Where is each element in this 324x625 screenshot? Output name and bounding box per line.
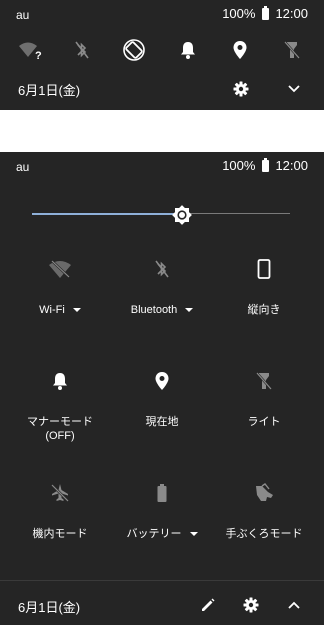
tile-bluetooth[interactable]: Bluetooth (108, 257, 216, 357)
auto-rotate-icon[interactable] (120, 36, 148, 64)
tile-label: ライト (247, 416, 281, 428)
tile-location[interactable]: 現在地 (108, 369, 216, 469)
battery-icon (150, 481, 174, 505)
airplane-off-icon (48, 481, 72, 505)
status-bar: au 100% 12:00 (0, 152, 324, 180)
tile-label: 現在地 (145, 416, 179, 428)
tile-label: Wi-Fi (39, 304, 65, 316)
tile-glove-mode[interactable]: 手ぶくろモード (210, 481, 318, 581)
tile-flashlight[interactable]: ライト (210, 369, 318, 469)
collapsed-bottom-bar: 6月1日(金) (0, 70, 324, 106)
wifi-off-icon (48, 257, 72, 281)
battery-percent: 100% (222, 158, 256, 173)
flashlight-off-icon (252, 369, 276, 393)
brightness-slider[interactable] (32, 202, 290, 226)
gear-icon[interactable] (239, 593, 263, 617)
carrier-label: au (16, 160, 30, 174)
location-pin-icon (150, 369, 174, 393)
brightness-track (182, 213, 290, 214)
bell-icon (48, 369, 72, 393)
date-label: 6月1日(金) (18, 600, 81, 615)
bluetooth-off-icon (150, 257, 174, 281)
location-pin-icon[interactable] (226, 36, 254, 64)
battery-icon (262, 157, 270, 172)
tile-battery[interactable]: バッテリー (108, 481, 216, 581)
clock: 12:00 (275, 6, 308, 21)
tile-label: マナーモード (OFF) (27, 416, 93, 442)
carrier-label: au (16, 8, 30, 22)
wifi-unknown-icon[interactable]: ? (16, 36, 44, 64)
tile-manner-mode[interactable]: マナーモード (OFF) (6, 369, 114, 469)
divider (0, 580, 324, 581)
brightness-icon[interactable] (171, 204, 193, 226)
dropdown-caret-icon[interactable] (185, 308, 194, 313)
tile-wifi[interactable]: Wi-Fi (6, 257, 114, 357)
battery-percent: 100% (222, 6, 256, 21)
status-bar: au 100% 12:00 (0, 0, 324, 28)
gear-icon[interactable] (229, 77, 253, 101)
tile-label: 縦向き (247, 304, 281, 316)
chevron-down-icon[interactable] (282, 77, 306, 101)
bluetooth-off-icon[interactable] (68, 36, 96, 64)
collapsed-notification-shade: au 100% 12:00 ? 6月1日(金) (0, 0, 324, 110)
tile-label: バッテリー (126, 528, 182, 540)
chevron-up-icon[interactable] (282, 593, 306, 617)
glove-icon (252, 481, 276, 505)
tile-label: 機内モード (32, 528, 88, 540)
tile-label: Bluetooth (130, 304, 178, 316)
date-label: 6月1日(金) (18, 83, 81, 98)
svg-text:?: ? (35, 50, 42, 60)
tile-label: 手ぶくろモード (225, 528, 303, 540)
pencil-icon[interactable] (196, 593, 220, 617)
brightness-track-fill (32, 213, 182, 215)
battery-icon (262, 5, 270, 20)
portrait-phone-icon (252, 257, 276, 281)
dropdown-caret-icon[interactable] (189, 532, 198, 537)
flashlight-off-icon[interactable] (278, 36, 306, 64)
expanded-bottom-bar: 6月1日(金) (0, 587, 324, 623)
tile-airplane[interactable]: 機内モード (6, 481, 114, 581)
tile-portrait[interactable]: 縦向き (210, 257, 318, 357)
dropdown-caret-icon[interactable] (72, 308, 81, 313)
clock: 12:00 (275, 158, 308, 173)
bell-icon[interactable] (174, 36, 202, 64)
expanded-quick-settings: au 100% 12:00 Wi-Fi Bluetooth 縦向き マナーモード… (0, 152, 324, 625)
quick-settings-row: ? (0, 36, 324, 64)
